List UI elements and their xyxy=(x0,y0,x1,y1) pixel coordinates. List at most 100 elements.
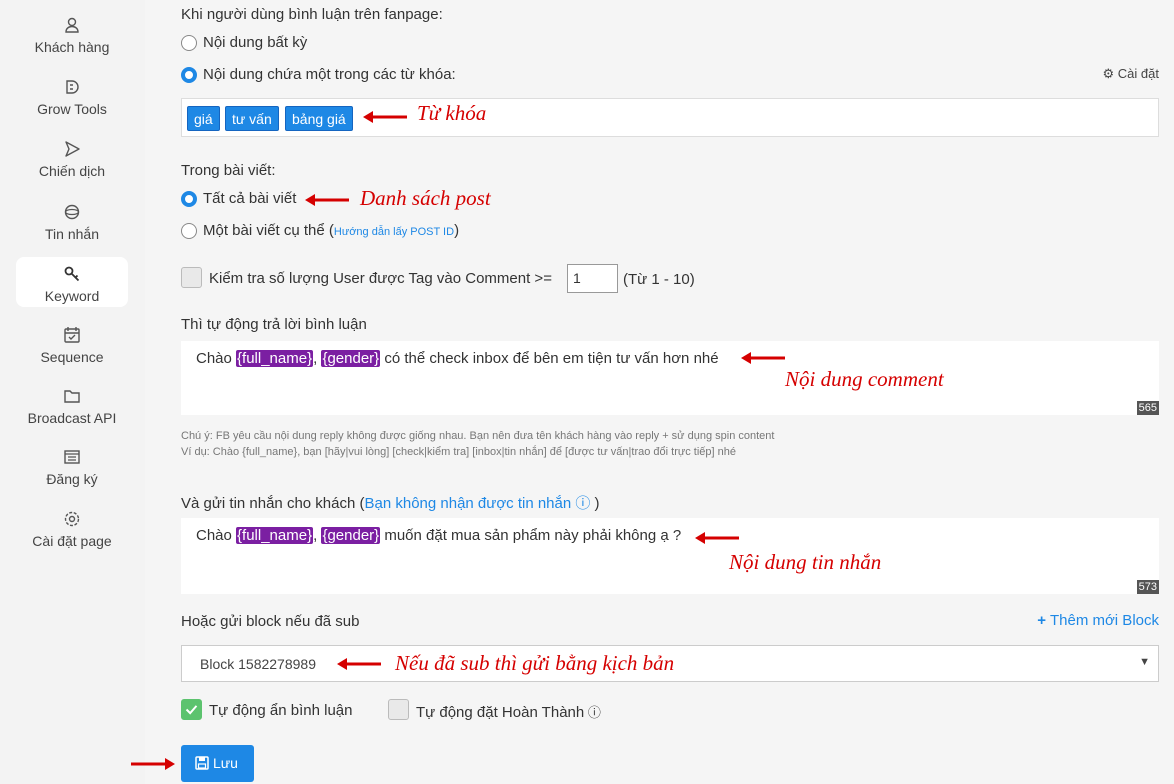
floppy-disk-icon xyxy=(195,756,209,770)
variable-full-name: {full_name} xyxy=(236,350,314,367)
sidebar-item-dang-ky[interactable]: Đăng ký xyxy=(16,440,128,490)
message-content: Chào {full_name}, {gender} muốn đặt mua … xyxy=(196,527,681,544)
variable-full-name: {full_name} xyxy=(236,527,314,544)
annotation-keyword: Từ khóa xyxy=(417,101,487,125)
annotation-arrow xyxy=(741,352,785,364)
sidebar-item-label: Grow Tools xyxy=(37,101,107,117)
reply-label: Thì tự động trả lời bình luận xyxy=(181,316,367,333)
keyword-tag[interactable]: giá xyxy=(187,106,220,131)
post-id-help-link[interactable]: Hướng dẫn lấy POST ID xyxy=(334,226,454,238)
block-label: Hoặc gửi block nếu đã sub xyxy=(181,613,360,630)
trigger-label: Khi người dùng bình luận trên fanpage: xyxy=(181,6,443,23)
char-counter: 573 xyxy=(1136,580,1159,594)
folder-icon xyxy=(16,387,128,409)
sidebar-item-chien-dich[interactable]: Chiến dịch xyxy=(16,132,128,182)
annotation-arrow xyxy=(695,532,739,544)
radio-all-posts[interactable] xyxy=(181,191,197,207)
radio-all-posts-label: Tất cả bài viết xyxy=(203,190,297,207)
sidebar-item-label: Sequence xyxy=(40,349,104,365)
message-prefix: Chào xyxy=(196,527,237,544)
help-icon: ⓘ xyxy=(584,705,601,720)
specific-post-close: ) xyxy=(454,222,460,239)
chevron-down-icon: ▼ xyxy=(1139,656,1150,668)
add-block-button[interactable]: + Thêm mới Block xyxy=(1037,612,1159,629)
auto-hide-label: Tự động ẩn bình luận xyxy=(209,702,353,719)
grow-tools-icon xyxy=(16,78,128,100)
gear-icon xyxy=(16,510,128,532)
sidebar-item-khach-hang[interactable]: Khách hàng xyxy=(16,8,128,58)
add-block-label: Thêm mới Block xyxy=(1049,612,1159,629)
tag-range-label: (Từ 1 - 10) xyxy=(623,271,695,288)
annotation-message-content: Nội dung tin nhắn xyxy=(729,550,882,574)
sidebar-item-sequence[interactable]: Sequence xyxy=(16,318,128,368)
sidebar-item-label: Cài đặt page xyxy=(32,533,112,549)
settings-link[interactable]: ⚙ Cài đặt xyxy=(1103,66,1159,82)
reply-textarea[interactable]: Chào {full_name}, {gender} có thể check … xyxy=(181,341,1159,415)
sidebar-item-label: Broadcast API xyxy=(27,410,117,426)
radio-specific-post[interactable] xyxy=(181,223,197,239)
keyword-input[interactable]: giá tư vấn bảng giá xyxy=(181,98,1159,137)
radio-any-label: Nội dung bất kỳ xyxy=(203,34,308,51)
radio-specific-post-label: Một bài viết cụ thể (Hướng dẫn lấy POST … xyxy=(203,222,459,239)
radio-any-content[interactable] xyxy=(181,35,197,51)
auto-complete-checkbox[interactable] xyxy=(388,699,409,720)
keyword-form: Khi người dùng bình luận trên fanpage: N… xyxy=(131,0,1174,784)
keyword-tag[interactable]: bảng giá xyxy=(285,106,353,131)
note-example: Ví dụ: Chào {full_name}, bạn [hãy|vui lò… xyxy=(181,446,736,458)
reply-suffix: có thể check inbox để bên em tiện tư vấn… xyxy=(380,350,719,367)
auto-hide-checkbox[interactable] xyxy=(181,699,202,720)
auto-complete-text: Tự động đặt Hoàn Thành xyxy=(416,704,585,721)
calendar-check-icon xyxy=(16,326,128,348)
tag-count-input[interactable]: 1 xyxy=(567,264,618,293)
radio-keyword-label: Nội dung chứa một trong các từ khóa: xyxy=(203,66,456,83)
plus-icon: + xyxy=(1037,612,1047,629)
reply-prefix: Chào xyxy=(196,350,237,367)
message-label-close: ) xyxy=(594,495,600,512)
sidebar-item-label: Keyword xyxy=(44,288,100,304)
send-icon xyxy=(16,140,128,162)
tag-check-checkbox[interactable] xyxy=(181,267,202,288)
sidebar: Khách hàng Grow Tools Chiến dịch Tin nhắ… xyxy=(0,0,145,784)
auto-complete-label: Tự động đặt Hoàn Thành ⓘ xyxy=(416,702,601,721)
user-icon xyxy=(16,16,128,38)
annotation-arrow xyxy=(337,658,381,670)
radio-keyword-content[interactable] xyxy=(181,67,197,83)
sidebar-item-label: Đăng ký xyxy=(46,471,98,487)
note-text: Chú ý: FB yêu cầu nội dung reply không đ… xyxy=(181,430,775,442)
annotation-block-note: Nếu đã sub thì gửi bằng kịch bản xyxy=(395,651,675,675)
help-icon: ⓘ xyxy=(571,495,595,512)
post-label: Trong bài viết: xyxy=(181,162,276,179)
key-icon xyxy=(16,265,128,287)
variable-gender: {gender} xyxy=(321,350,381,367)
char-counter: 565 xyxy=(1136,401,1159,415)
message-label-text: Và gửi tin nhắn cho khách ( xyxy=(181,495,365,512)
annotation-comment-content: Nội dung comment xyxy=(785,367,944,391)
specific-post-text: Một bài viết cụ thể ( xyxy=(203,222,334,239)
tag-check-label: Kiểm tra số lượng User được Tag vào Comm… xyxy=(209,270,552,287)
message-suffix: muốn đặt mua sản phẩm này phải không ạ ? xyxy=(380,527,682,544)
keyword-tag[interactable]: tư vấn xyxy=(225,106,279,131)
sidebar-item-label: Tin nhắn xyxy=(45,226,99,242)
gear-icon: ⚙ xyxy=(1102,66,1115,81)
save-button[interactable]: Lưu xyxy=(181,745,254,782)
settings-link-label: Cài đặt xyxy=(1117,66,1159,81)
sidebar-item-label: Chiến dịch xyxy=(38,163,106,179)
chat-icon xyxy=(16,203,128,225)
annotation-arrow xyxy=(305,194,349,206)
sidebar-item-grow-tools[interactable]: Grow Tools xyxy=(16,70,128,120)
sidebar-item-cai-dat-page[interactable]: Cài đặt page xyxy=(16,502,128,552)
save-label: Lưu xyxy=(213,755,238,771)
message-label: Và gửi tin nhắn cho khách (Bạn không nhậ… xyxy=(181,492,600,513)
annotation-arrow xyxy=(363,111,407,123)
message-textarea[interactable]: Chào {full_name}, {gender} muốn đặt mua … xyxy=(181,518,1159,594)
sidebar-item-tin-nhan[interactable]: Tin nhắn xyxy=(16,195,128,245)
check-icon xyxy=(185,705,198,715)
list-icon xyxy=(16,448,128,470)
annotation-arrow xyxy=(131,758,175,770)
variable-gender: {gender} xyxy=(321,527,381,544)
message-help-link[interactable]: Bạn không nhận được tin nhắn xyxy=(365,495,572,512)
annotation-post-list: Danh sách post xyxy=(360,186,491,210)
reply-content: Chào {full_name}, {gender} có thể check … xyxy=(196,350,719,367)
sidebar-item-keyword[interactable]: Keyword xyxy=(16,257,128,307)
sidebar-item-broadcast-api[interactable]: Broadcast API xyxy=(16,379,128,429)
